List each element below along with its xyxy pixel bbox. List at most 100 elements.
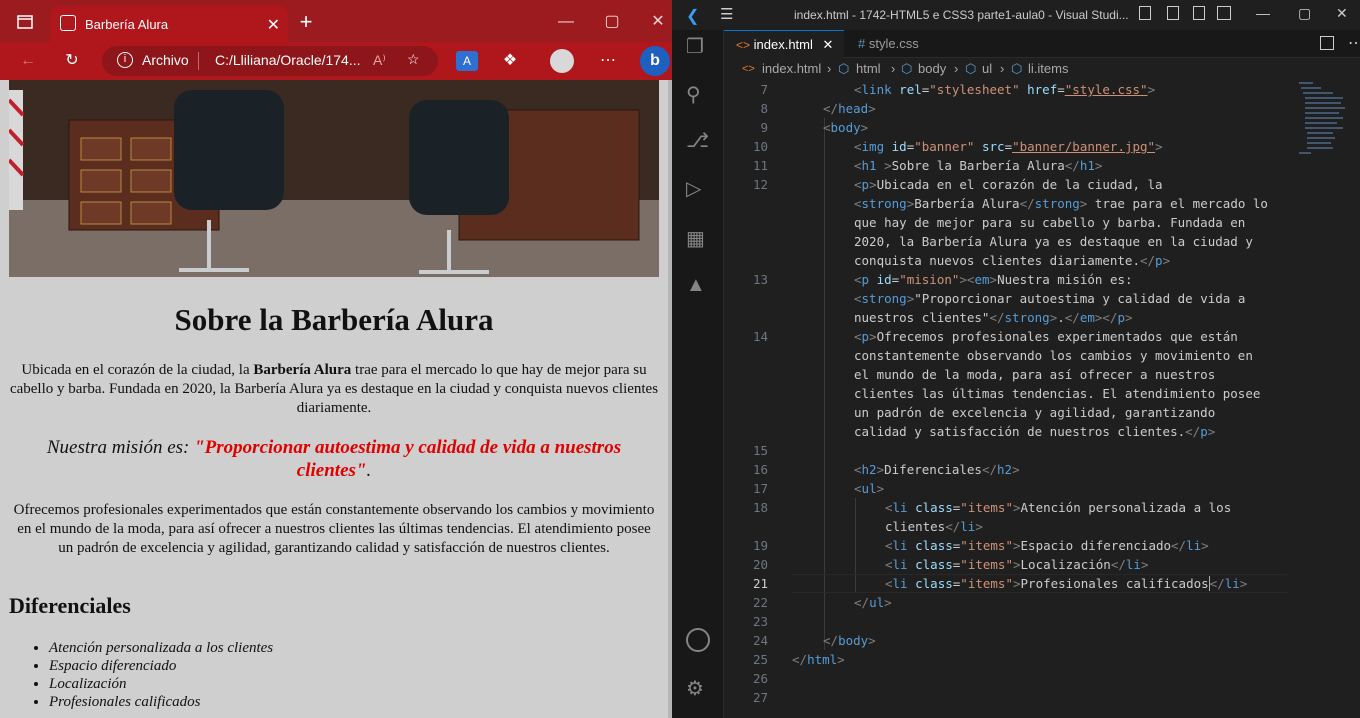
tab-style-css[interactable]: # style.css	[846, 30, 956, 58]
line-number	[728, 384, 768, 403]
line-number: 12	[752, 177, 768, 192]
minimize-button[interactable]: —	[556, 12, 576, 32]
breadcrumb-item[interactable]: body	[918, 58, 946, 80]
line-number: 10	[752, 139, 768, 154]
extensions-icon[interactable]: ❖	[500, 51, 520, 71]
accounts-icon[interactable]	[686, 628, 710, 652]
vscode-logo-icon: ❮	[686, 8, 700, 25]
azure-icon[interactable]: ▲	[686, 274, 706, 297]
browser-tab[interactable]: Barbería Alura ✕	[50, 6, 288, 44]
breadcrumb-item[interactable]: ul	[982, 58, 992, 80]
list-item: Espacio diferenciado	[49, 657, 273, 675]
new-tab-button[interactable]: +	[296, 11, 316, 33]
code-editor[interactable]: 7 8 9 10 11 12 13 14 15 16 17 18 19 20 21 22 23 24 25 26 27 …	[724, 80, 1360, 718]
tab-label: style.css	[868, 36, 919, 51]
code-line: <img id="banner" src="banner/banner.jpg"…	[854, 139, 1163, 154]
code-content[interactable]: <link rel="stylesheet" href="style.css">…	[792, 80, 1302, 718]
line-number: 20	[752, 557, 768, 572]
breadcrumb-item[interactable]: index.html	[762, 58, 821, 80]
maximize-button[interactable]: ▢	[602, 12, 622, 32]
read-aloud-icon[interactable]: A⁾	[373, 52, 386, 69]
tabs-icon[interactable]	[14, 14, 36, 36]
customize-layout-icon[interactable]	[1217, 6, 1231, 20]
maximize-button[interactable]: ▢	[1298, 5, 1311, 22]
line-numbers: 7 8 9 10 11 12 13 14 15 16 17 18 19 20 21 22 23 24 25 26 27	[724, 80, 772, 718]
settings-gear-icon[interactable]: ⚙	[686, 676, 704, 701]
mission-quote: "Proporcionar autoestima y calidad de vi…	[194, 437, 622, 481]
line-number: 8	[760, 101, 768, 116]
line-number: 22	[752, 595, 768, 610]
source-control-icon[interactable]: ⎇	[686, 128, 709, 153]
line-number	[728, 517, 768, 536]
browser-toolbar: ← ↻ i Archivo C:/Lliliana/Oracle/174... …	[0, 42, 672, 80]
info-icon[interactable]: i	[117, 52, 133, 68]
close-window-button[interactable]: ✕	[1336, 5, 1348, 22]
back-icon[interactable]: ←	[18, 51, 38, 71]
more-icon[interactable]: ⋯	[598, 51, 618, 71]
code-line: un padrón de excelencia y agilidad, gara…	[854, 405, 1216, 420]
vscode-window: ❮ ☰ index.html - 1742-HTML5 e CSS3 parte…	[672, 0, 1360, 718]
run-debug-icon[interactable]: ▷	[686, 176, 701, 201]
toggle-secondary-sidebar-icon[interactable]	[1193, 6, 1205, 20]
tab-close-button[interactable]: ✕	[823, 37, 834, 52]
code-line: <h2>Diferenciales</h2>	[854, 462, 1020, 477]
line-number: 16	[752, 462, 768, 477]
line-number: 17	[752, 481, 768, 496]
search-icon[interactable]: ⚲	[686, 82, 701, 107]
html-file-icon: <>	[742, 63, 755, 75]
bing-icon[interactable]: b	[640, 46, 670, 76]
minimize-button[interactable]: —	[1256, 5, 1270, 21]
line-number: 15	[752, 443, 768, 458]
breadcrumb-item[interactable]: html	[856, 58, 881, 80]
tab-title: Barbería Alura	[85, 17, 169, 32]
favorites-icon[interactable]: ☆	[407, 51, 420, 68]
menu-icon[interactable]: ☰	[720, 5, 733, 23]
line-number: 19	[752, 538, 768, 553]
toggle-primary-sidebar-icon[interactable]	[1139, 6, 1151, 20]
line-number	[728, 289, 768, 308]
intro-text-before: Ubicada en el corazón de la ciudad, la	[21, 362, 254, 378]
web-page: Sobre la Barbería Alura Ubicada en el co…	[0, 80, 668, 718]
explorer-icon[interactable]: ❐	[686, 34, 704, 59]
toggle-panel-icon[interactable]	[1167, 6, 1179, 20]
address-bar[interactable]: i Archivo C:/Lliliana/Oracle/174... A⁾ ☆	[102, 46, 438, 76]
line-number: 9	[760, 120, 768, 135]
refresh-icon[interactable]: ↻	[62, 51, 82, 71]
chevron-right-icon: ›	[891, 61, 896, 76]
line-number: 18	[752, 500, 768, 515]
tag-icon: ⬡	[1011, 61, 1023, 76]
more-actions-icon[interactable]: ⋯	[1348, 33, 1360, 53]
browser-titlebar: Barbería Alura ✕ + — ▢ ✕	[0, 0, 672, 46]
code-line: </html>	[792, 652, 845, 667]
extensions-icon[interactable]: ▦	[686, 226, 705, 251]
code-line: <p id="mision"><em>Nuestra misión es:	[854, 272, 1133, 287]
code-line: <li class="items">Localización</li>	[885, 557, 1149, 572]
line-number	[728, 232, 768, 251]
line-number: 11	[752, 158, 768, 173]
profile-icon[interactable]	[550, 49, 574, 73]
close-window-button[interactable]: ✕	[648, 12, 668, 32]
split-editor-icon[interactable]	[1320, 36, 1334, 50]
line-number: 26	[752, 671, 768, 686]
minimap[interactable]	[1293, 80, 1348, 160]
line-number: 27	[752, 690, 768, 705]
tab-index-html[interactable]: <> index.html ✕	[724, 30, 844, 58]
tag-icon: ⬡	[838, 61, 850, 76]
line-number: 14	[752, 329, 768, 344]
address-url[interactable]: C:/Lliliana/Oracle/174...	[215, 52, 361, 68]
breadcrumb-item[interactable]: li.items	[1028, 58, 1068, 80]
intro-strong: Barbería Alura	[253, 362, 352, 378]
line-number: 24	[752, 633, 768, 648]
tab-close-button[interactable]: ✕	[267, 15, 280, 35]
code-line: <ul>	[854, 481, 885, 496]
line-number	[728, 422, 768, 441]
line-number	[728, 365, 768, 384]
code-line: calidad y satisfacción de nuestros clien…	[854, 424, 1216, 439]
line-number	[728, 403, 768, 422]
translate-icon[interactable]: A	[456, 51, 478, 71]
vscode-titlebar: ❮ ☰ index.html - 1742-HTML5 e CSS3 parte…	[672, 0, 1360, 30]
line-number	[728, 194, 768, 213]
line-number: 23	[752, 614, 768, 629]
html-file-icon: <>	[736, 38, 751, 52]
intro-paragraph: Ubicada en el corazón de la ciudad, la B…	[9, 361, 659, 418]
